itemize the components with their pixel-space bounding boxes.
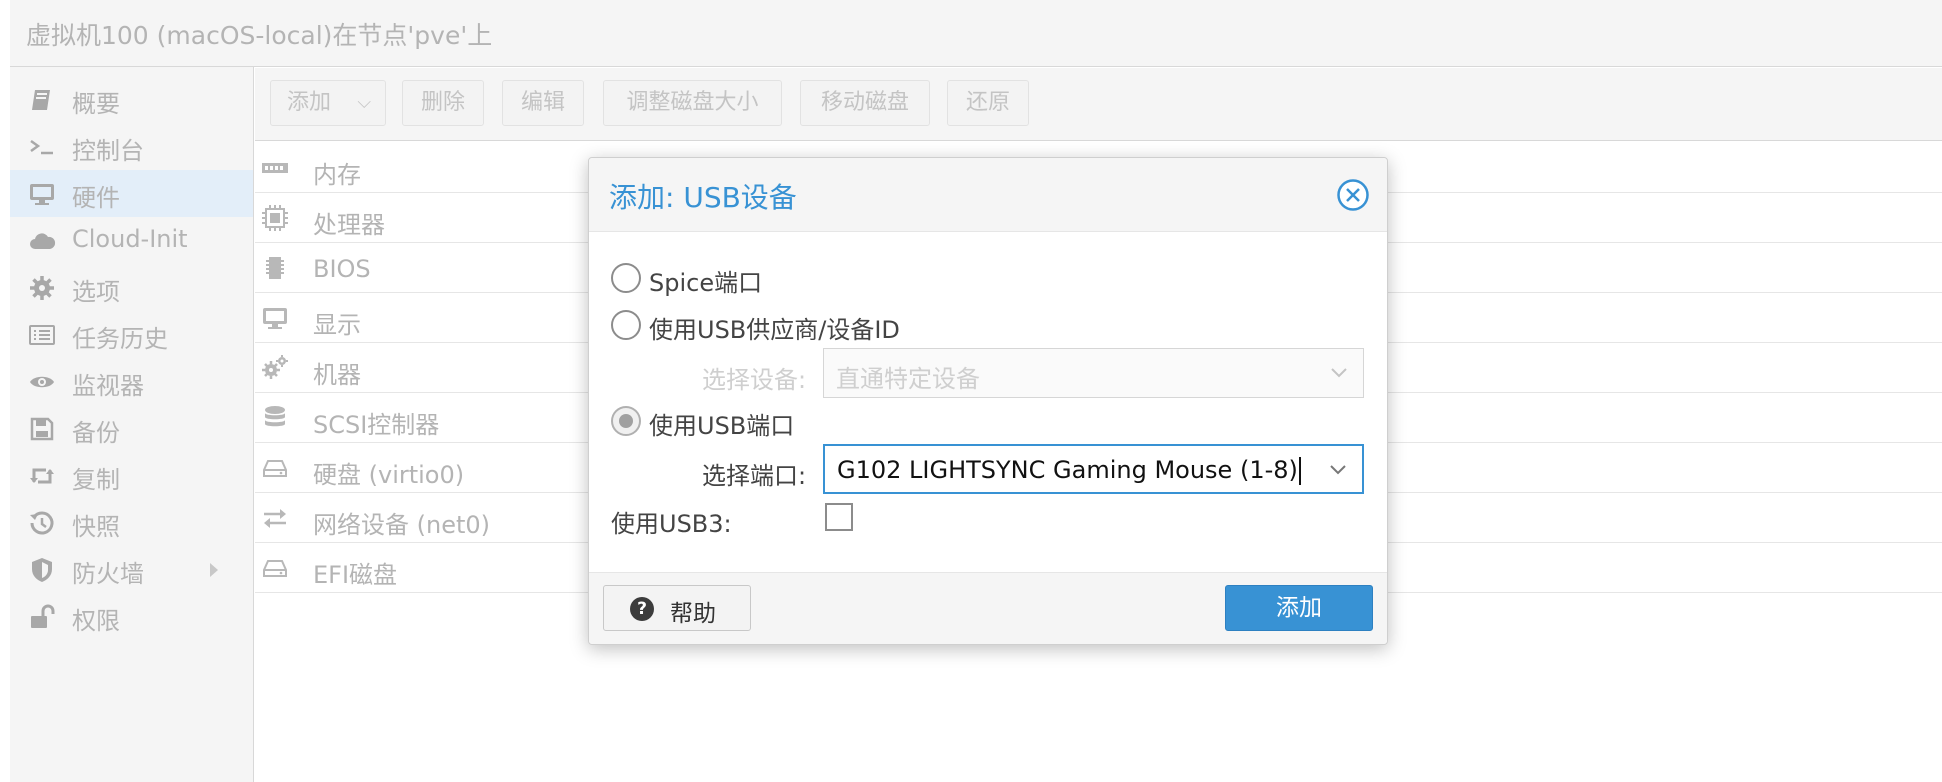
usb3-label: 使用USB3: — [611, 510, 732, 538]
add-usb-device-dialog: 添加: USB设备 Spice端口 使用USB供应商/设备ID 选择设备: 直通… — [588, 157, 1388, 645]
hdd-icon — [261, 554, 289, 582]
desktop-icon — [261, 304, 289, 332]
usb-port-label: 使用USB端口 — [649, 412, 795, 440]
proxmox-vm-hardware-view: 虚拟机100 (macOS-local)在节点'pve'上 概要 控制台 硬件 — [0, 0, 1942, 782]
spice-port-radio[interactable] — [611, 263, 641, 293]
sidebar-item-label: 控制台 — [72, 137, 144, 165]
sidebar-item-cloud-init[interactable]: Cloud-Init — [10, 217, 253, 264]
hardware-row-label: 机器 — [313, 361, 361, 389]
sidebar-item-label: 硬件 — [72, 184, 120, 212]
sidebar-item-label: 概要 — [72, 90, 120, 118]
sidebar-item-label: 快照 — [72, 513, 120, 541]
sidebar-item-label: 防火墙 — [72, 560, 144, 588]
sidebar-item-task-history[interactable]: 任务历史 — [10, 311, 253, 358]
hardware-toolbar: 添加 ⌵ 删除 编辑 调整磁盘大小 移动磁盘 还原 — [255, 68, 1942, 141]
sidebar-item-label: 监视器 — [72, 372, 144, 400]
add-menu-button[interactable]: 添加 ⌵ — [270, 80, 386, 126]
spice-port-label: Spice端口 — [649, 269, 763, 297]
sidebar-item-hardware[interactable]: 硬件 — [10, 170, 253, 217]
list-icon — [28, 321, 56, 349]
cloud-icon — [28, 227, 56, 255]
database-icon — [261, 404, 289, 432]
sidebar-item-monitor[interactable]: 监视器 — [10, 358, 253, 405]
sidebar-item-label: Cloud-Init — [72, 225, 188, 253]
sidebar-item-permissions[interactable]: 权限 — [10, 593, 253, 640]
edit-button[interactable]: 编辑 — [502, 80, 584, 126]
monitor-icon — [28, 180, 56, 208]
help-button[interactable]: ? 帮助 — [603, 585, 751, 631]
usb3-checkbox[interactable] — [825, 503, 853, 531]
eye-icon — [28, 368, 56, 396]
sidebar: 概要 控制台 硬件 Cloud-Init 选项 任务历史 监视器 备份 复制 快… — [10, 67, 254, 782]
choose-port-select[interactable]: G102 LIGHTSYNC Gaming Mouse (1-8) — [823, 444, 1364, 494]
dialog-footer: ? 帮助 添加 — [589, 572, 1387, 644]
question-circle-icon: ? — [630, 597, 654, 621]
cogs-icon — [261, 354, 289, 382]
dialog-title: 添加: USB设备 — [609, 181, 797, 214]
history-icon — [28, 509, 56, 537]
add-menu-label: 添加 — [287, 90, 332, 115]
usb-port-radio[interactable] — [611, 406, 641, 436]
remove-button[interactable]: 删除 — [402, 80, 484, 126]
book-icon — [28, 86, 56, 114]
revert-button[interactable]: 还原 — [947, 80, 1029, 126]
sidebar-item-summary[interactable]: 概要 — [10, 76, 253, 123]
dialog-header: 添加: USB设备 — [589, 158, 1387, 232]
hardware-row-label: 显示 — [313, 311, 361, 339]
choose-device-value: 直通特定设备 — [836, 365, 980, 393]
choose-port-label: 选择端口: — [702, 462, 807, 490]
vendor-device-label: 使用USB供应商/设备ID — [649, 316, 900, 344]
help-button-label: 帮助 — [670, 601, 716, 627]
sidebar-item-label: 备份 — [72, 419, 120, 447]
terminal-icon — [28, 133, 56, 161]
shield-icon — [28, 556, 56, 584]
choose-device-select[interactable]: 直通特定设备 — [823, 348, 1364, 398]
hardware-row-label: 处理器 — [313, 211, 385, 239]
memory-icon — [261, 154, 289, 182]
text-caret — [1298, 457, 1301, 485]
cpu-icon — [261, 204, 289, 232]
chevron-right-icon — [206, 560, 222, 580]
exchange-icon — [261, 504, 289, 532]
resize-disk-button[interactable]: 调整磁盘大小 — [603, 80, 782, 126]
sidebar-item-options[interactable]: 选项 — [10, 264, 253, 311]
microchip-icon — [261, 254, 289, 282]
chevron-down-icon — [1328, 462, 1348, 478]
sidebar-item-console[interactable]: 控制台 — [10, 123, 253, 170]
retweet-icon — [28, 462, 56, 490]
hardware-row-label: 网络设备 (net0) — [313, 511, 491, 539]
add-button[interactable]: 添加 — [1225, 585, 1373, 631]
sidebar-item-snapshots[interactable]: 快照 — [10, 499, 253, 546]
choose-port-value-text: G102 LIGHTSYNC Gaming Mouse (1-8) — [837, 456, 1298, 484]
move-disk-button[interactable]: 移动磁盘 — [800, 80, 930, 126]
choose-device-label: 选择设备: — [702, 366, 807, 394]
unlock-icon — [28, 603, 56, 631]
choose-port-value: G102 LIGHTSYNC Gaming Mouse (1-8) — [837, 456, 1301, 485]
hardware-row-label: SCSI控制器 — [313, 411, 440, 439]
gear-icon — [28, 274, 56, 302]
sidebar-item-label: 任务历史 — [72, 325, 168, 353]
chevron-down-icon: ⌵ — [357, 92, 371, 113]
hardware-row-label: 硬盘 (virtio0) — [313, 461, 465, 489]
title-bar: 虚拟机100 (macOS-local)在节点'pve'上 — [10, 0, 1942, 67]
sidebar-item-label: 复制 — [72, 466, 120, 494]
close-icon[interactable] — [1336, 178, 1370, 212]
hardware-row-label: EFI磁盘 — [313, 561, 398, 589]
floppy-icon — [28, 415, 56, 443]
sidebar-item-label: 权限 — [72, 607, 120, 635]
sidebar-item-label: 选项 — [72, 278, 120, 306]
vendor-device-radio[interactable] — [611, 310, 641, 340]
sidebar-item-firewall[interactable]: 防火墙 — [10, 546, 253, 593]
hdd-icon — [261, 454, 289, 482]
hardware-row-label: BIOS — [313, 255, 371, 283]
window-title: 虚拟机100 (macOS-local)在节点'pve'上 — [26, 21, 493, 50]
sidebar-item-replication[interactable]: 复制 — [10, 452, 253, 499]
chevron-down-icon — [1329, 365, 1349, 381]
hardware-row-label: 内存 — [313, 161, 361, 189]
sidebar-item-backup[interactable]: 备份 — [10, 405, 253, 452]
